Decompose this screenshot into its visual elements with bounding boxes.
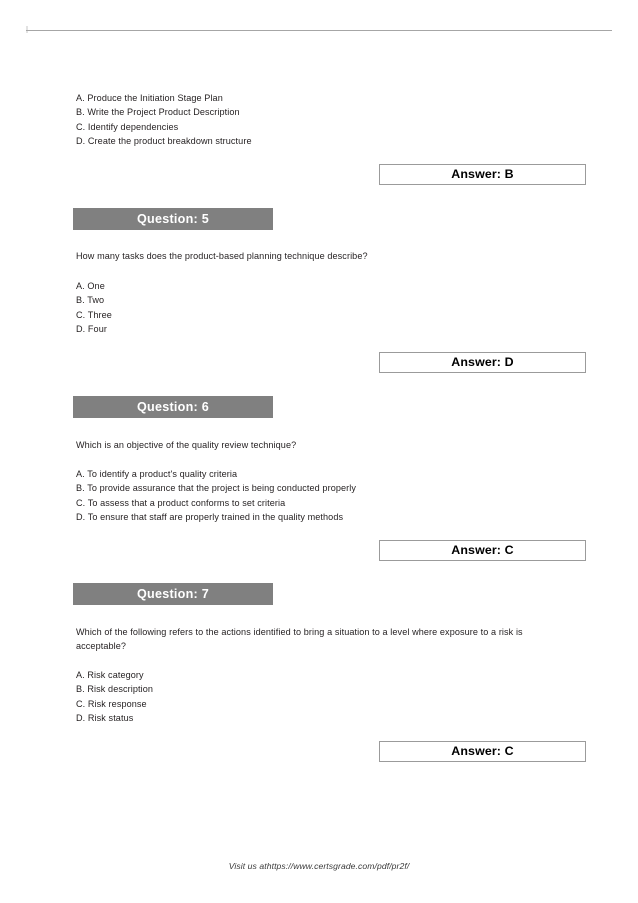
answer-box-7: Answer: C xyxy=(379,741,586,762)
option-b: B. Two xyxy=(76,295,105,306)
leading-option-a: A. Produce the Initiation Stage Plan xyxy=(76,93,223,103)
option-d: D. Four xyxy=(76,323,107,334)
question-header-label: Question: 5 xyxy=(136,211,210,226)
leading-options-list: A. Produce the Initiation Stage Plan B. … xyxy=(0,91,638,148)
option-a: A. To identify a product's quality crite… xyxy=(76,469,238,479)
option-b: B. Risk description xyxy=(76,684,154,695)
leading-option-d: D. Create the product breakdown structur… xyxy=(76,135,252,146)
answer-box-6: Answer: C xyxy=(379,540,586,561)
question-header-5: Question: 5 xyxy=(73,208,273,230)
leading-option-c: C. Identify dependencies xyxy=(76,121,179,132)
answer-label: Answer: D xyxy=(451,355,514,370)
question-prompt-5: How many tasks does the product-based pl… xyxy=(76,251,368,261)
option-a: A. One xyxy=(76,281,105,291)
answer-label: Answer: C xyxy=(451,543,514,558)
question-options-7: A. Risk category B. Risk description C. … xyxy=(0,668,638,725)
question-options-5: A. One B. Two C. Three D. Four xyxy=(0,279,638,336)
option-c: C. To assess that a product conforms to … xyxy=(76,497,286,508)
answer-label: Answer: C xyxy=(451,744,514,759)
question-header-7: Question: 7 xyxy=(73,583,273,605)
answer-box-previous: Answer: B xyxy=(379,164,586,185)
option-c: C. Risk response xyxy=(76,698,147,709)
option-b: B. To provide assurance that the project… xyxy=(76,483,357,494)
header-horizontal-rule xyxy=(26,30,612,31)
answer-label: Answer: B xyxy=(451,167,514,182)
question-header-label: Question: 6 xyxy=(136,399,210,414)
option-d: D. To ensure that staff are properly tra… xyxy=(76,511,344,522)
question-header-label: Question: 7 xyxy=(136,586,210,601)
option-c: C. Three xyxy=(76,309,112,320)
question-prompt-6: Which is an objective of the quality rev… xyxy=(76,440,297,450)
option-d: D. Risk status xyxy=(76,712,134,723)
document-page: A. Produce the Initiation Stage Plan B. … xyxy=(0,0,638,903)
answer-box-5: Answer: D xyxy=(379,352,586,373)
question-options-6: A. To identify a product's quality crite… xyxy=(0,467,638,524)
option-a: A. Risk category xyxy=(76,670,144,680)
question-header-6: Question: 6 xyxy=(73,396,273,418)
question-prompt-7: Which of the following refers to the act… xyxy=(76,627,523,652)
page-footer: Visit us athttps://www.certsgrade.com/pd… xyxy=(228,861,410,871)
leading-option-b: B. Write the Project Product Description xyxy=(76,107,240,118)
